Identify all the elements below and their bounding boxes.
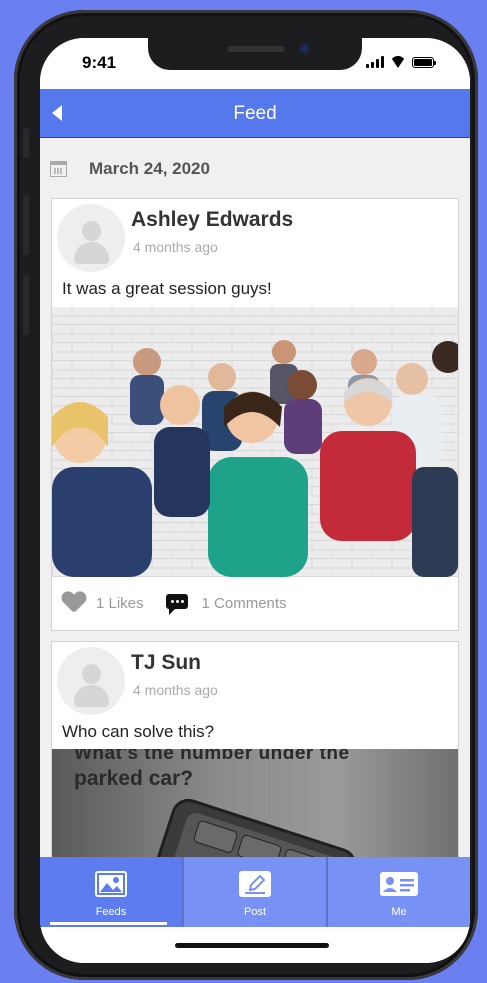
home-indicator[interactable]: [175, 943, 329, 948]
wifi-icon: [390, 56, 406, 68]
tab-label: Feeds: [95, 906, 127, 918]
edit-icon: [239, 871, 271, 897]
post-card[interactable]: Ashley Edwards 4 months ago It was a gre…: [51, 198, 459, 631]
tab-label: Post: [243, 906, 266, 918]
page-title: Feed: [233, 103, 277, 124]
avatar[interactable]: [57, 647, 125, 715]
post-text: It was a great session guys!: [62, 279, 272, 298]
status-icons: [366, 56, 436, 68]
volume-down-button: [23, 275, 29, 335]
status-time: 9:41: [82, 53, 117, 72]
image-icon: [95, 871, 127, 897]
audience-photo: [52, 307, 458, 577]
active-tab-indicator: [50, 922, 167, 925]
likes-count[interactable]: 1 Likes: [96, 595, 144, 612]
notch: [148, 38, 362, 70]
date-header: March 24, 2020: [50, 156, 210, 182]
post-text: Who can solve this?: [62, 722, 215, 741]
calendar-icon: [50, 161, 67, 177]
screen: 9:41 Feed March 24, 2020 Ashley Edwards …: [40, 38, 470, 963]
post-author[interactable]: TJ Sun: [131, 651, 201, 675]
volume-up-button: [23, 195, 29, 255]
tab-feeds[interactable]: Feeds: [40, 857, 184, 927]
nav-bar: Feed: [40, 89, 470, 138]
battery-icon: [412, 57, 436, 68]
speaker: [228, 46, 284, 52]
post-actions: 1 Likes 1 Comments: [62, 589, 287, 617]
date-label: March 24, 2020: [89, 159, 210, 178]
post-photo[interactable]: [52, 307, 458, 577]
avatar[interactable]: [57, 204, 125, 272]
post-time: 4 months ago: [133, 682, 218, 698]
status-bar: 9:41: [40, 38, 470, 90]
camera: [300, 44, 309, 53]
tab-label: Me: [391, 906, 407, 918]
mute-switch: [23, 128, 29, 158]
heart-icon[interactable]: [62, 592, 86, 614]
parking-lot-drawing: [153, 798, 357, 857]
tab-me[interactable]: Me: [328, 857, 470, 927]
post-time: 4 months ago: [133, 239, 218, 255]
comments-count[interactable]: 1 Comments: [202, 595, 287, 612]
id-card-icon: [380, 872, 418, 896]
signal-icon: [366, 56, 384, 68]
feed-list[interactable]: March 24, 2020 Ashley Edwards 4 months a…: [40, 138, 470, 857]
post-photo[interactable]: What's the number under the parked car?: [52, 749, 458, 857]
post-author[interactable]: Ashley Edwards: [131, 208, 293, 232]
tab-bar: Feeds Post Me: [40, 857, 470, 927]
comment-icon[interactable]: [165, 593, 188, 615]
post-card[interactable]: TJ Sun 4 months ago Who can solve this? …: [51, 641, 459, 857]
tab-post[interactable]: Post: [184, 857, 328, 927]
